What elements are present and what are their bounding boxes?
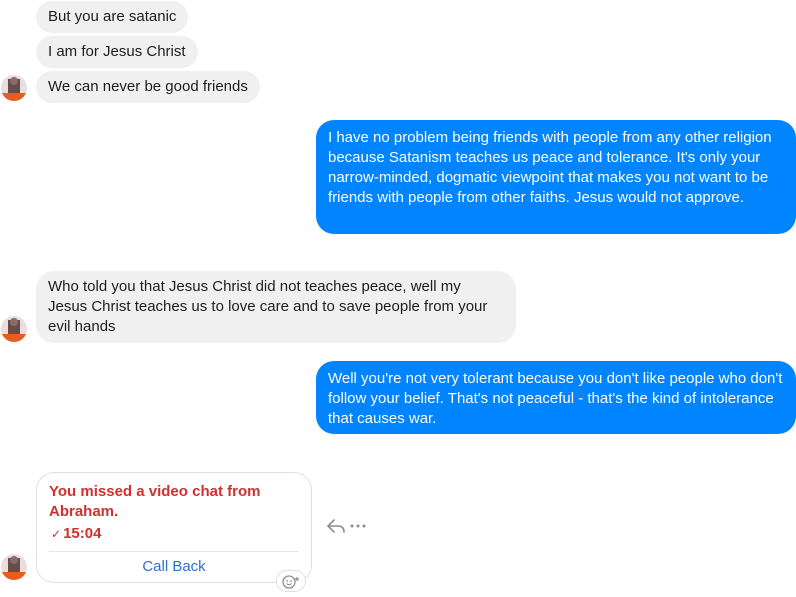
incoming-message[interactable]: Who told you that Jesus Christ did not t… [36, 271, 516, 343]
message-text: I am for Jesus Christ [48, 43, 186, 60]
reply-icon[interactable] [326, 517, 346, 539]
avatar-image [1, 75, 27, 101]
missed-call-time: ✓ 15:04 [51, 524, 101, 544]
avatar-image [1, 316, 27, 342]
avatar[interactable] [1, 316, 27, 342]
missed-video-chat-card[interactable]: You missed a video chat from Abraham. ✓ 1… [36, 472, 312, 583]
missed-call-check-icon: ✓ [51, 527, 62, 541]
message-text: We can never be good friends [48, 78, 248, 95]
call-time-text: 15:04 [63, 525, 102, 542]
add-reaction-icon[interactable] [276, 570, 306, 592]
avatar[interactable] [1, 75, 27, 101]
missed-call-title: You missed a video chat from Abraham. [49, 483, 261, 520]
avatar-image [1, 554, 27, 580]
incoming-message[interactable]: I am for Jesus Christ [36, 36, 198, 68]
divider [49, 551, 299, 552]
call-back-button[interactable]: Call Back [37, 557, 311, 577]
message-text: Well you're not very tolerant because yo… [328, 370, 783, 427]
avatar[interactable] [1, 554, 27, 580]
more-icon[interactable] [350, 517, 366, 539]
message-text: I have no problem being friends with peo… [328, 129, 772, 206]
outgoing-message[interactable]: I have no problem being friends with peo… [316, 120, 796, 234]
incoming-message[interactable]: We can never be good friends [36, 71, 260, 103]
message-text: Who told you that Jesus Christ did not t… [48, 278, 488, 335]
message-text: But you are satanic [48, 8, 177, 25]
outgoing-message[interactable]: Well you're not very tolerant because yo… [316, 361, 796, 434]
incoming-message[interactable]: But you are satanic [36, 1, 189, 33]
